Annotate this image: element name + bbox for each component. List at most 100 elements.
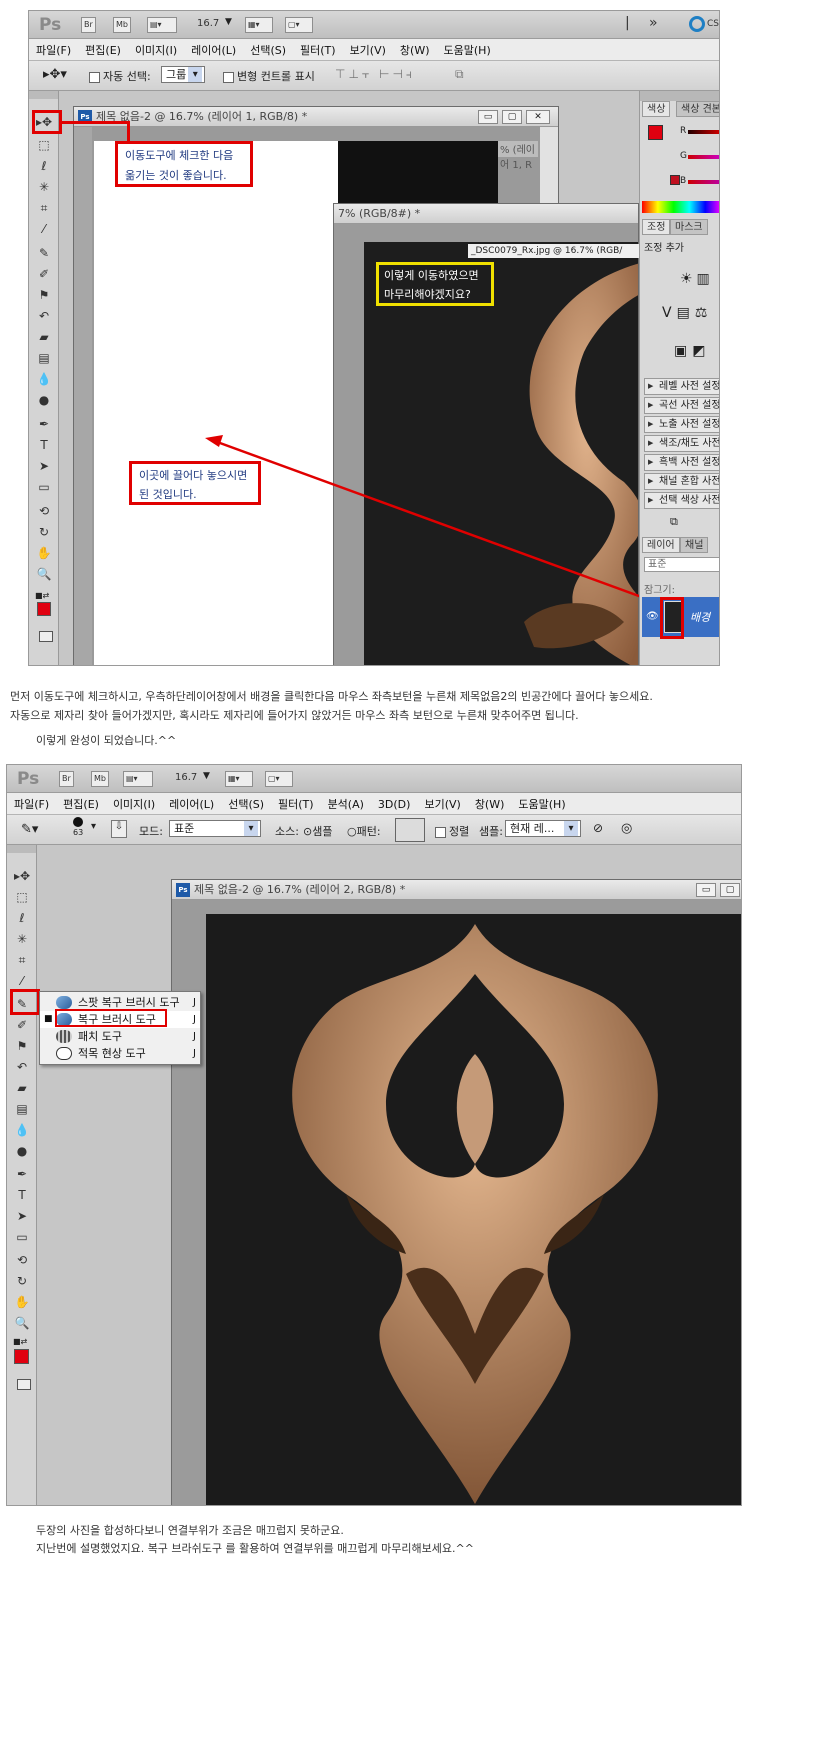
menu2-select[interactable]: 선택(S) <box>221 793 271 815</box>
adj-levels-presets[interactable]: 레벨 사전 설정 <box>644 378 719 395</box>
adj-channel-mixer-presets[interactable]: 채널 혼합 사전 설정 <box>644 473 719 490</box>
combined-photo[interactable] <box>206 914 741 1505</box>
menu2-analysis[interactable]: 분석(A) <box>321 793 371 815</box>
menu2-filter[interactable]: 필터(T) <box>271 793 321 815</box>
aligned-checkbox[interactable]: 정렬 <box>435 823 469 839</box>
tablet-pressure-icon[interactable]: ◎ <box>621 821 632 836</box>
menu2-layer[interactable]: 레이어(L) <box>162 793 221 815</box>
hand-tool-2-icon[interactable]: ✋ <box>12 1293 32 1311</box>
adj-selective-color-presets[interactable]: 선택 색상 사전 설정 <box>644 492 719 509</box>
3d-orbit-tool-2-icon[interactable]: ↻ <box>12 1272 32 1290</box>
eraser-tool-2-icon[interactable]: ▰ <box>12 1079 32 1097</box>
layer-thumbnail-highlight <box>660 597 684 639</box>
menu2-3d[interactable]: 3D(D) <box>371 795 418 814</box>
dodge-tool-2-icon[interactable]: ● <box>12 1142 32 1160</box>
zoom-dropdown-icon-2[interactable]: ▼ <box>203 771 210 781</box>
adjustment-icons-row-1[interactable]: ☀▥ <box>680 271 714 287</box>
sample-layers-label: 샘플: <box>479 825 503 838</box>
pattern-picker[interactable] <box>395 818 425 842</box>
combined-maximize-button[interactable]: ▢ <box>720 883 740 897</box>
default-colors-2-icon[interactable]: ■⇄ <box>13 1337 31 1347</box>
brush-tip-icon[interactable] <box>73 817 83 827</box>
r-slider[interactable] <box>688 130 719 134</box>
source-pattern-radio[interactable]: ○패턴: <box>347 823 381 839</box>
path-selection-tool-2-icon[interactable]: ➤ <box>12 1207 32 1225</box>
lock-label: 잠그기: <box>644 585 675 596</box>
adj-black-white-presets[interactable]: 흑백 사전 설정 <box>644 454 719 471</box>
screen-mode-icon-2[interactable]: ▢▾ <box>265 771 293 787</box>
adj-exposure-presets[interactable]: 노출 사전 설정 <box>644 416 719 433</box>
options-bar-2: ✎▾ 63 ▾ ⇩ 모드: 표준 소스: ⊙샘플 ○패턴: 정렬 샘플: 현재 … <box>7 815 741 845</box>
zoom-tool-2-icon[interactable]: 🔍 <box>12 1314 32 1332</box>
blend-mode-select[interactable]: 표준 <box>644 557 719 572</box>
blur-tool-2-icon[interactable]: 💧 <box>12 1121 32 1139</box>
menu2-file[interactable]: 파일(F) <box>7 793 56 815</box>
type-tool-2-icon[interactable]: T <box>12 1186 32 1204</box>
menu-bar-2: 파일(F) 편집(E) 이미지(I) 레이어(L) 선택(S) 필터(T) 분석(A) 3D(… <box>7 793 741 815</box>
adj-hue-saturation-presets[interactable]: 색조/채도 사전 설정 <box>644 435 719 452</box>
adj-curves-presets[interactable]: 곡선 사전 설정 <box>644 397 719 414</box>
mode-label: 모드: <box>139 825 163 838</box>
healing-tool-highlight <box>10 989 40 1015</box>
quick-selection-tool-2-icon[interactable]: ✳ <box>12 930 32 948</box>
layer-visibility-icon[interactable]: 👁 <box>646 611 659 622</box>
b-slider[interactable] <box>688 180 719 184</box>
adjustment-icons-row-2[interactable]: V▤⚖ <box>662 305 712 321</box>
color-ramp[interactable] <box>642 201 719 213</box>
selected-tool-bullet-icon: ■ <box>44 1014 53 1024</box>
marquee-tool-2-icon[interactable]: ⬚ <box>12 888 32 906</box>
adjustment-icons-row-3[interactable]: ▣◩ <box>674 343 710 359</box>
arrange-documents-icon-2[interactable]: ▦▾ <box>225 771 253 787</box>
tab-swatches[interactable]: 색상 견본 <box>676 101 719 117</box>
zoom-level-2[interactable]: 16.7 <box>175 772 197 783</box>
3d-rotate-tool-2-icon[interactable]: ⟲ <box>12 1251 32 1269</box>
menu2-help[interactable]: 도움말(H) <box>511 793 572 815</box>
red-eye-icon <box>56 1047 72 1060</box>
menu2-image[interactable]: 이미지(I) <box>106 793 162 815</box>
menu2-view[interactable]: 보기(V) <box>417 793 467 815</box>
tab-channels[interactable]: 채널 <box>680 537 709 553</box>
layer-name[interactable]: 배경 <box>690 609 710 625</box>
bridge-button-2[interactable]: Br <box>59 771 74 787</box>
shape-tool-2-icon[interactable]: ▭ <box>12 1228 32 1246</box>
clone-stamp-tool-2-icon[interactable]: ⚑ <box>12 1037 32 1055</box>
brush-panel-icon[interactable]: ⇩ <box>111 820 127 838</box>
healing-brush-preset-icon[interactable]: ✎▾ <box>21 822 38 837</box>
tab-masks[interactable]: 마스크 <box>670 219 708 235</box>
combined-doc-title-bar[interactable]: Ps 제목 없음-2 @ 16.7% (레이어 2, RGB/8) * <box>172 880 741 900</box>
mode-dropdown[interactable]: 표준 <box>169 820 261 837</box>
flyout-red-eye-label: 적목 현상 도구 <box>78 1047 146 1060</box>
screenshot-healing-brush: Ps Br Mb ▤▾ 16.7 ▼ ▦▾ ▢▾ 파일(F) 편집(E) 이미지(I… <box>6 764 742 1506</box>
history-brush-tool-2-icon[interactable]: ↶ <box>12 1058 32 1076</box>
adjustment-clip-icon[interactable]: ⧉ <box>670 515 678 529</box>
view-extras-icon-2[interactable]: ▤▾ <box>123 771 153 787</box>
tab-color[interactable]: 색상 <box>642 101 671 117</box>
sample-layers-dropdown[interactable]: 현재 레... <box>505 820 581 837</box>
spot-healing-brush-icon <box>56 996 72 1009</box>
pen-tool-2-icon[interactable]: ✒ <box>12 1165 32 1183</box>
tab-adjustments[interactable]: 조정 <box>642 219 671 235</box>
b-label: B <box>680 176 687 186</box>
source-sample-radio[interactable]: ⊙샘플 <box>303 823 332 839</box>
combined-minimize-button[interactable]: ▭ <box>696 883 716 897</box>
foreground-color-swatch-2[interactable] <box>14 1349 29 1364</box>
mini-bridge-button-2[interactable]: Mb <box>91 771 109 787</box>
g-slider[interactable] <box>688 155 719 159</box>
ignore-adjustment-layers-icon[interactable]: ⊘ <box>593 821 603 835</box>
flyout-patch-tool[interactable]: 패치 도구 J <box>40 1028 200 1045</box>
tab-layers[interactable]: 레이어 <box>642 537 680 553</box>
brush-picker-arrow-icon[interactable]: ▾ <box>91 821 96 832</box>
move-tool-2-icon[interactable]: ▸✥ <box>12 867 32 885</box>
crop-tool-2-icon[interactable]: ⌗ <box>12 951 32 969</box>
gradient-tool-2-icon[interactable]: ▤ <box>12 1100 32 1118</box>
menu2-window[interactable]: 창(W) <box>468 793 512 815</box>
quick-mask-2-icon[interactable] <box>17 1379 31 1390</box>
color-foreground-swatch[interactable] <box>648 125 663 140</box>
flyout-red-eye-tool[interactable]: 적목 현상 도구 J <box>40 1045 200 1062</box>
brush-tool-2-icon[interactable]: ✐ <box>12 1016 32 1034</box>
closing-line-1: 두장의 사진을 합성하다보니 연결부위가 조금은 매끄럽지 못하군요. <box>36 1524 344 1537</box>
lasso-tool-2-icon[interactable]: ℓ <box>12 909 32 927</box>
screenshot-move-tool: Ps Br Mb ▤▾ 16.7 ▼ ▦▾ ▢▾ | » CS 파일(F) 편집(… <box>28 10 720 666</box>
menu2-edit[interactable]: 편집(E) <box>56 793 106 815</box>
eyedropper-tool-2-icon[interactable]: ⁄ <box>12 972 32 990</box>
